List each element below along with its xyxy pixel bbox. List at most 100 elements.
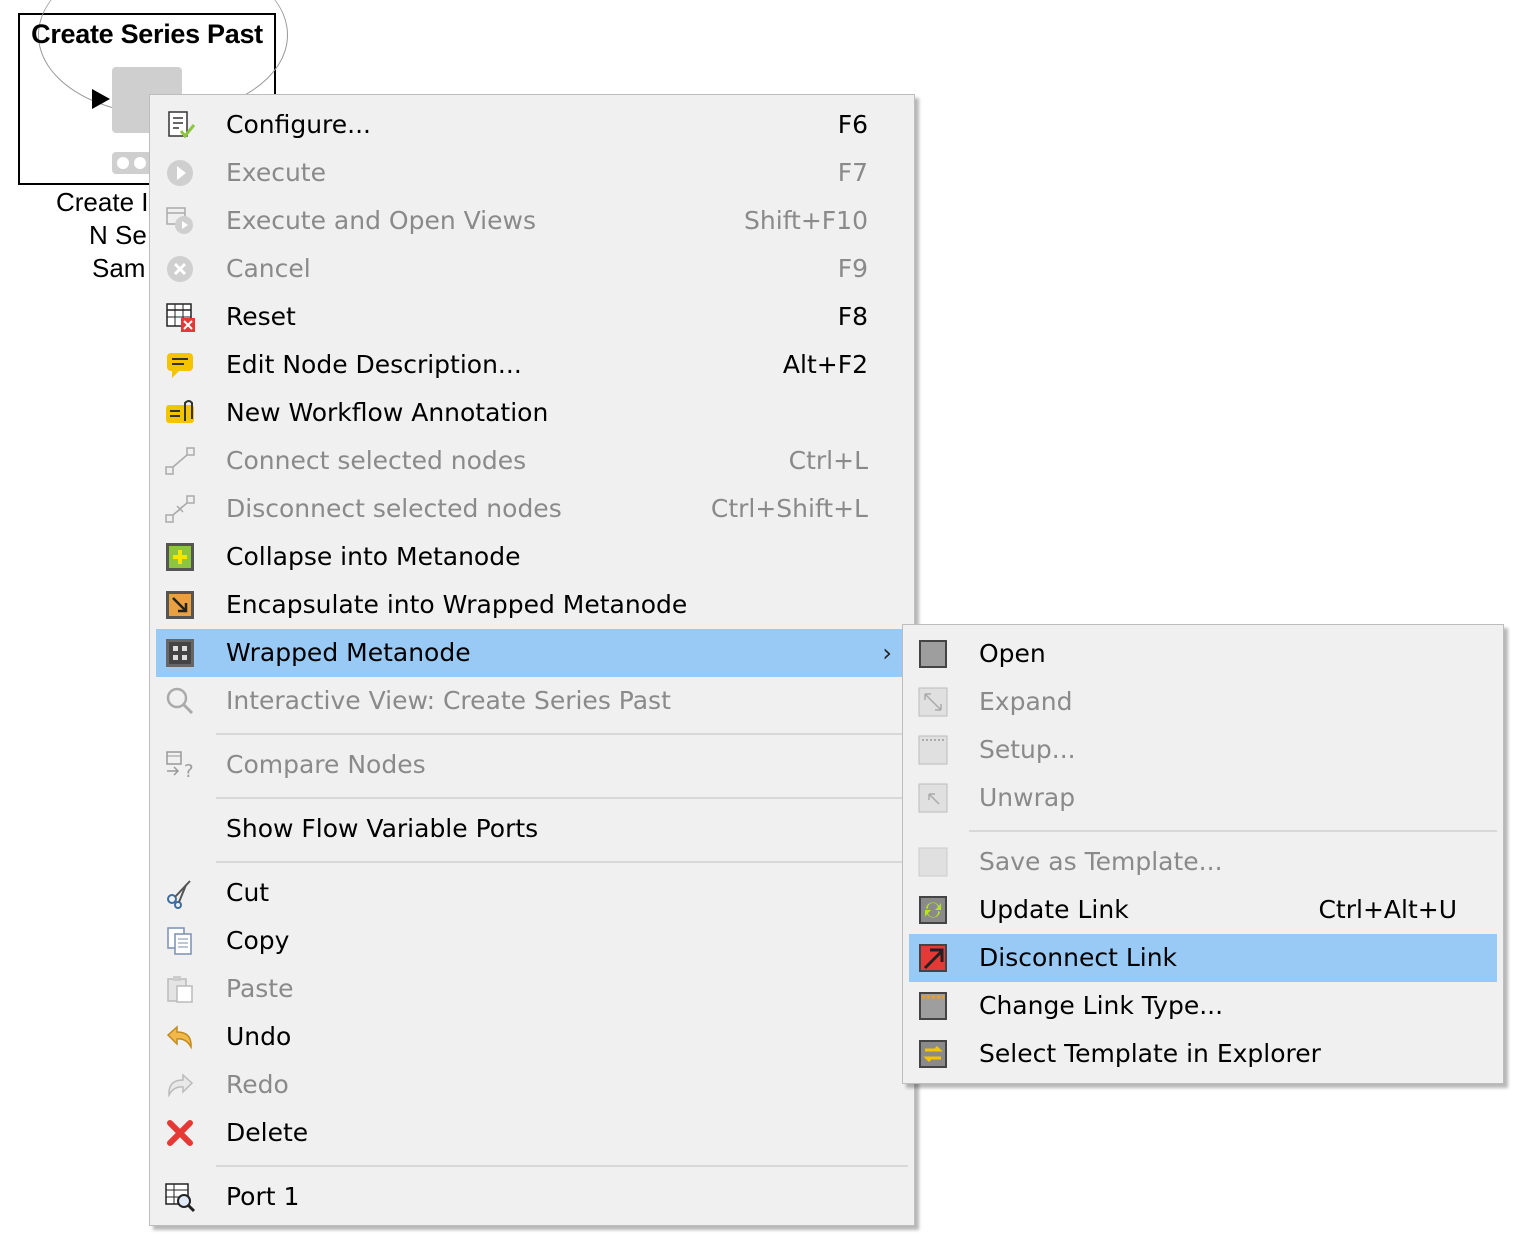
submenu-item-select-template-explorer[interactable]: Select Template in Explorer: [909, 1030, 1497, 1078]
menu-item-label: Update Link: [979, 895, 1129, 924]
execute-icon: [167, 160, 193, 186]
save-template-icon: [918, 847, 948, 877]
menu-item-disconnect-selected-nodes[interactable]: Disconnect selected nodes Ctrl+Shift+L: [156, 485, 908, 533]
node-label-line-2: N Se: [89, 220, 147, 250]
menu-item-label: Port 1: [226, 1182, 300, 1211]
menu-item-execute-open-views[interactable]: Execute and Open Views Shift+F10: [156, 197, 908, 245]
node-input-port[interactable]: [92, 89, 110, 109]
menu-item-label: Select Template in Explorer: [979, 1039, 1321, 1068]
menu-item-label: Open: [979, 639, 1046, 668]
menu-item-shortcut: Shift+F10: [744, 206, 868, 235]
menu-item-label: Undo: [226, 1022, 292, 1051]
menu-item-cancel[interactable]: Cancel F9: [156, 245, 908, 293]
delete-icon: [167, 1120, 193, 1146]
configure-icon: [168, 111, 196, 139]
menu-item-label: Execute: [226, 158, 326, 187]
reset-icon: [166, 303, 195, 332]
menu-item-shortcut: F7: [837, 158, 868, 187]
submenu-item-change-link-type[interactable]: Change Link Type...: [909, 982, 1497, 1030]
menu-item-shortcut: Ctrl+L: [788, 446, 868, 475]
menu-item-delete[interactable]: Delete: [156, 1109, 908, 1157]
expand-icon: [918, 687, 948, 717]
menu-item-port-1[interactable]: Port 1: [156, 1173, 908, 1221]
menu-item-label: Cancel: [226, 254, 311, 283]
menu-item-shortcut: Ctrl+Shift+L: [710, 494, 868, 523]
svg-text:?: ?: [184, 761, 194, 781]
menu-item-configure[interactable]: Configure... F6: [156, 101, 908, 149]
menu-item-shortcut: Ctrl+Alt+U: [1318, 895, 1457, 924]
menu-item-interactive-view[interactable]: Interactive View: Create Series Past: [156, 677, 908, 725]
port-table-icon: [165, 1183, 196, 1213]
scissors-icon: [167, 880, 191, 909]
menu-item-label: Reset: [226, 302, 296, 331]
menu-separator: [216, 861, 908, 863]
menu-item-reset[interactable]: Reset F8: [156, 293, 908, 341]
menu-item-label: Disconnect Link: [979, 943, 1178, 972]
cancel-icon: [167, 256, 193, 282]
submenu-item-setup[interactable]: Setup...: [909, 726, 1497, 774]
node-status-lights: [112, 152, 152, 174]
menu-item-label: Setup...: [979, 735, 1076, 764]
encapsulate-icon: [166, 591, 194, 619]
node-context-menu: Configure... F6 Execute F7 Execute and O…: [149, 94, 915, 1226]
submenu-item-update-link[interactable]: Update Link Ctrl+Alt+U: [909, 886, 1497, 934]
menu-item-cut[interactable]: Cut: [156, 869, 908, 917]
menu-item-redo[interactable]: Redo: [156, 1061, 908, 1109]
node-label-line-1: Create I: [56, 187, 149, 217]
menu-item-label: Configure...: [226, 110, 372, 139]
menu-item-execute[interactable]: Execute F7: [156, 149, 908, 197]
menu-item-edit-node-description[interactable]: Edit Node Description... Alt+F2: [156, 341, 908, 389]
menu-item-encapsulate-wrapped-metanode[interactable]: Encapsulate into Wrapped Metanode: [156, 581, 908, 629]
menu-item-label: New Workflow Annotation: [226, 398, 549, 427]
menu-item-label: Compare Nodes: [226, 750, 426, 779]
menu-item-label: Show Flow Variable Ports: [226, 814, 539, 843]
menu-item-label: Edit Node Description...: [226, 350, 522, 379]
menu-item-collapse-into-metanode[interactable]: Collapse into Metanode: [156, 533, 908, 581]
submenu-item-open[interactable]: Open: [909, 630, 1497, 678]
select-template-icon: [919, 1040, 947, 1068]
menu-separator: [216, 1165, 908, 1167]
disconnect-icon: [165, 495, 195, 523]
menu-item-label: Wrapped Metanode: [226, 638, 471, 667]
menu-item-wrapped-metanode[interactable]: Wrapped Metanode ›: [156, 629, 908, 677]
menu-item-undo[interactable]: Undo: [156, 1013, 908, 1061]
menu-item-label: Collapse into Metanode: [226, 542, 521, 571]
copy-icon: [167, 927, 192, 955]
node-label: Create I N Se Sam: [40, 186, 150, 285]
menu-item-label: Copy: [226, 926, 290, 955]
node-title: Create Series Past: [31, 19, 263, 49]
menu-item-compare-nodes[interactable]: ? Compare Nodes: [156, 741, 908, 789]
submenu-item-expand[interactable]: Expand: [909, 678, 1497, 726]
menu-item-label: Save as Template...: [979, 847, 1223, 876]
menu-item-label: Disconnect selected nodes: [226, 494, 562, 523]
wrapped-metanode-icon: [166, 639, 194, 667]
change-link-type-icon: [919, 992, 947, 1020]
menu-item-copy[interactable]: Copy: [156, 917, 908, 965]
submenu-item-unwrap[interactable]: Unwrap: [909, 774, 1497, 822]
submenu-arrow-icon: ›: [882, 639, 892, 667]
submenu-item-save-as-template[interactable]: Save as Template...: [909, 838, 1497, 886]
execute-open-views-icon: [166, 207, 193, 234]
update-link-icon: [919, 896, 947, 924]
magnifier-icon: [166, 687, 194, 715]
menu-item-label: Encapsulate into Wrapped Metanode: [226, 590, 688, 619]
menu-item-new-workflow-annotation[interactable]: New Workflow Annotation: [156, 389, 908, 437]
menu-item-label: Paste: [226, 974, 294, 1003]
paste-icon: [167, 976, 193, 1003]
compare-nodes-icon: ?: [166, 751, 194, 781]
annotation-icon: [166, 400, 194, 423]
setup-icon: [918, 735, 948, 765]
menu-item-show-flow-variable-ports[interactable]: Show Flow Variable Ports: [156, 805, 908, 853]
menu-item-shortcut: F8: [837, 302, 868, 331]
open-icon: [919, 640, 947, 668]
menu-item-shortcut: Alt+F2: [782, 350, 868, 379]
node-label-line-3: Sam: [92, 253, 146, 283]
menu-item-connect-selected-nodes[interactable]: Connect selected nodes Ctrl+L: [156, 437, 908, 485]
disconnect-link-icon: [919, 944, 947, 972]
menu-item-label: Delete: [226, 1118, 309, 1147]
menu-item-paste[interactable]: Paste: [156, 965, 908, 1013]
menu-item-label: Expand: [979, 687, 1073, 716]
menu-item-label: Interactive View: Create Series Past: [226, 686, 671, 715]
submenu-item-disconnect-link[interactable]: Disconnect Link: [909, 934, 1497, 982]
wrapped-metanode-submenu: Open Expand Setup... Unwrap Save as Temp…: [902, 624, 1504, 1084]
